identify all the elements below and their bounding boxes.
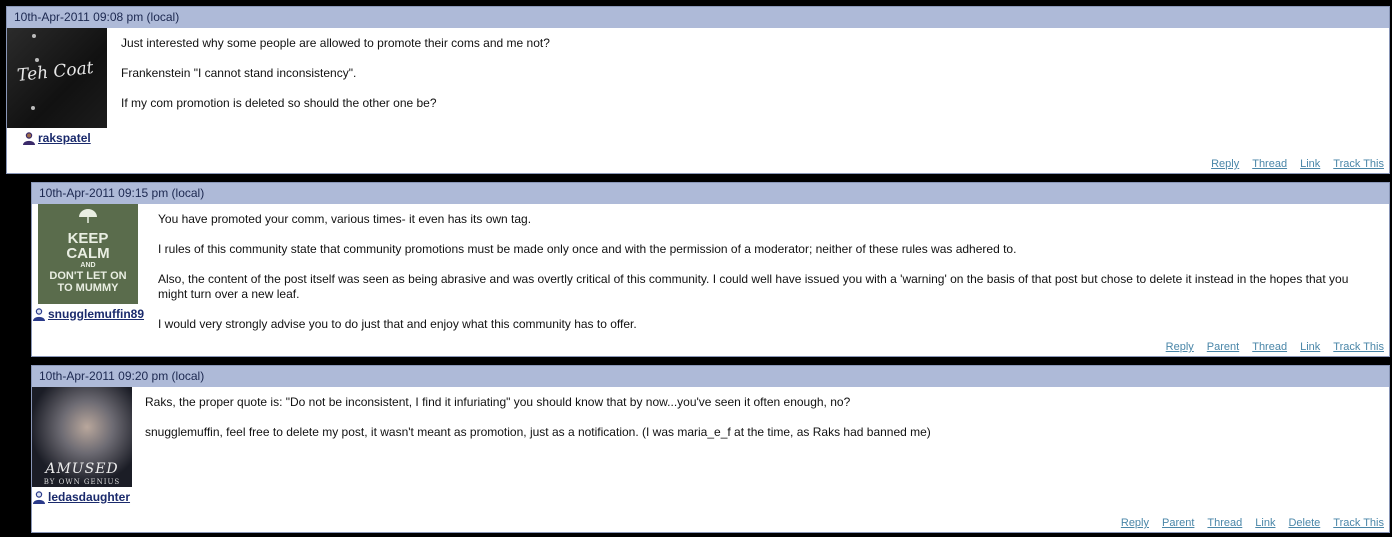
link-link[interactable]: Link	[1300, 158, 1320, 170]
avatar-text: TO MUMMY	[57, 282, 119, 294]
comment-actions: Reply Parent Thread Link Delete Track Th…	[1121, 517, 1384, 529]
comment-author: KEEP CALM AND DON'T LET ON TO MUMMY snug…	[33, 204, 144, 321]
comment-timestamp: 10th-Apr-2011 09:08 pm (local)	[7, 7, 1389, 28]
umbrella-icon	[79, 209, 97, 223]
avatar-text: Teh Coat	[16, 58, 95, 86]
comment-body: You have promoted your comm, various tim…	[158, 212, 1379, 347]
thread-link[interactable]: Thread	[1252, 341, 1287, 353]
username-link[interactable]: snugglemuffin89	[48, 307, 144, 321]
comment-3: 10th-Apr-2011 09:20 pm (local) AMUSED BY…	[31, 365, 1390, 533]
comment-timestamp: 10th-Apr-2011 09:15 pm (local)	[32, 183, 1389, 204]
avatar-text: AND	[80, 262, 96, 269]
reply-link[interactable]: Reply	[1211, 158, 1239, 170]
user-icon	[33, 491, 45, 504]
comment-2: 10th-Apr-2011 09:15 pm (local) KEEP CALM…	[31, 182, 1390, 357]
comment-paragraph: Just interested why some people are allo…	[121, 36, 550, 50]
comment-actions: Reply Thread Link Track This	[1211, 158, 1384, 170]
reply-link[interactable]: Reply	[1121, 517, 1149, 529]
comment-body: Just interested why some people are allo…	[121, 36, 1379, 126]
username-link[interactable]: rakspatel	[38, 131, 91, 145]
comment-author: AMUSED BY OWN GENIUS ledasdaughter	[32, 387, 132, 504]
comment-paragraph: Also, the content of the post itself was…	[158, 272, 1349, 301]
avatar-text: CALM	[66, 245, 110, 262]
avatar[interactable]: KEEP CALM AND DON'T LET ON TO MUMMY	[38, 204, 138, 304]
avatar-text: DON'T LET ON	[49, 270, 127, 282]
comment-paragraph: Frankenstein "I cannot stand inconsisten…	[121, 66, 357, 80]
thread-link[interactable]: Thread	[1207, 517, 1242, 529]
comment-paragraph: If my com promotion is deleted so should…	[121, 96, 437, 110]
avatar-text: KEEP	[67, 230, 109, 247]
track-this-link[interactable]: Track This	[1333, 517, 1384, 529]
user-icon	[33, 308, 45, 321]
user-icon	[23, 132, 35, 145]
comment-1: 10th-Apr-2011 09:08 pm (local) Teh Coat …	[6, 6, 1390, 174]
thread-link[interactable]: Thread	[1252, 158, 1287, 170]
delete-link[interactable]: Delete	[1288, 517, 1320, 529]
comment-body: Raks, the proper quote is: "Do not be in…	[145, 395, 1379, 455]
link-link[interactable]: Link	[1300, 341, 1320, 353]
link-link[interactable]: Link	[1255, 517, 1275, 529]
avatar-text: AMUSED	[45, 461, 119, 477]
avatar-text: BY OWN GENIUS	[43, 478, 121, 486]
parent-link[interactable]: Parent	[1207, 341, 1239, 353]
username-link[interactable]: ledasdaughter	[48, 490, 130, 504]
comment-paragraph: You have promoted your comm, various tim…	[158, 212, 532, 226]
comment-author: Teh Coat rakspatel	[7, 28, 107, 145]
track-this-link[interactable]: Track This	[1333, 341, 1384, 353]
comment-timestamp: 10th-Apr-2011 09:20 pm (local)	[32, 366, 1389, 387]
comment-paragraph: Raks, the proper quote is: "Do not be in…	[145, 395, 851, 409]
comment-actions: Reply Parent Thread Link Track This	[1166, 341, 1384, 353]
comment-paragraph: snugglemuffin, feel free to delete my po…	[145, 425, 931, 439]
track-this-link[interactable]: Track This	[1333, 158, 1384, 170]
reply-link[interactable]: Reply	[1166, 341, 1194, 353]
avatar[interactable]: AMUSED BY OWN GENIUS	[32, 387, 132, 487]
parent-link[interactable]: Parent	[1162, 517, 1194, 529]
comment-paragraph: I would very strongly advise you to do j…	[158, 317, 637, 331]
comment-paragraph: I rules of this community state that com…	[158, 242, 1017, 256]
avatar[interactable]: Teh Coat	[7, 28, 107, 128]
